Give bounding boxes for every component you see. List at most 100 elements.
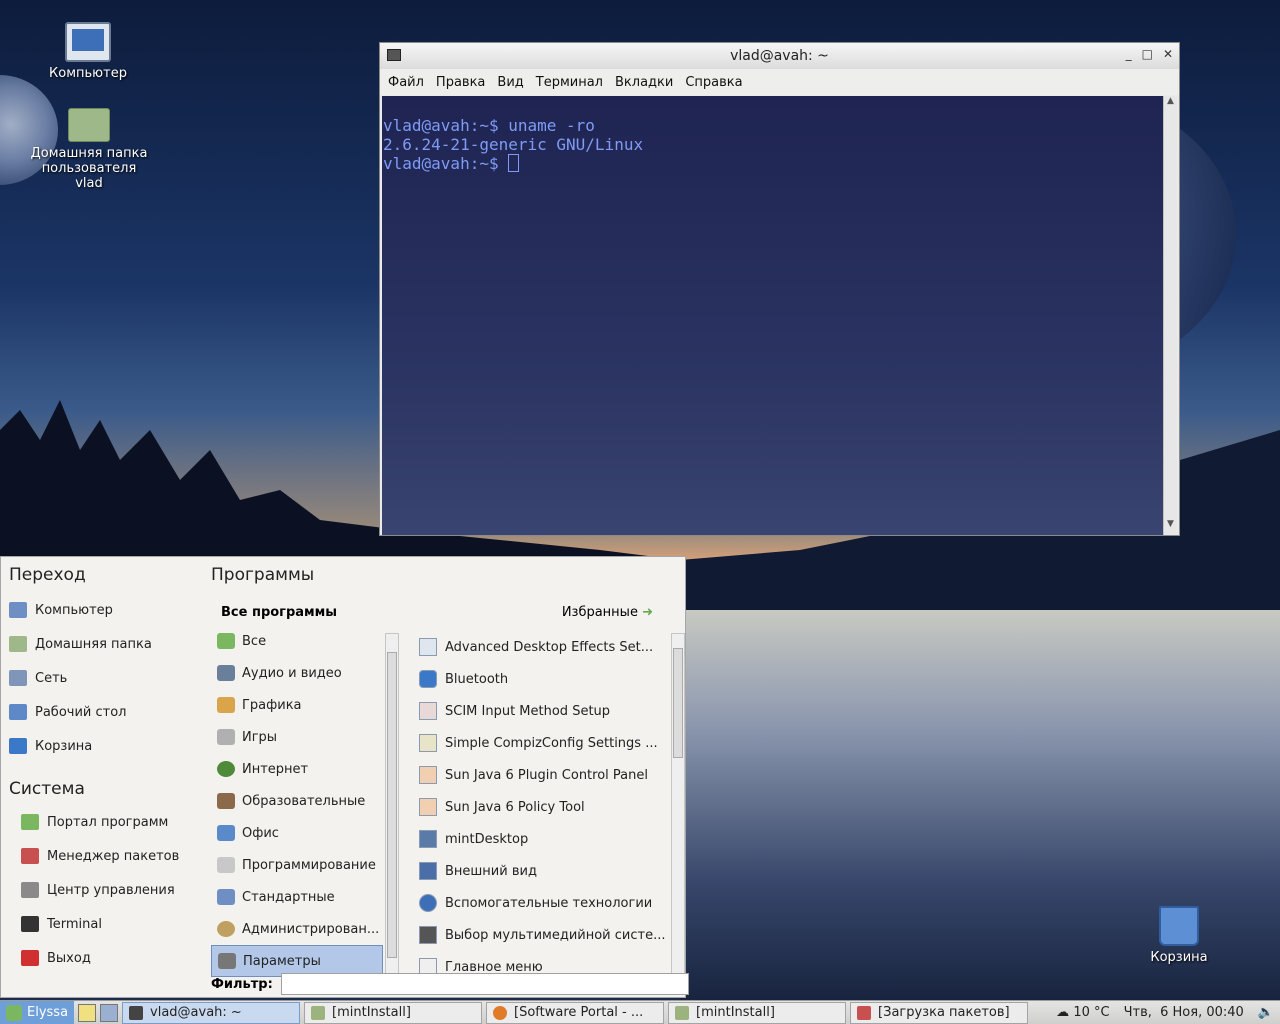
weather-label: 10 °C [1073, 1005, 1110, 1020]
network-icon [9, 670, 27, 686]
control-center-icon [21, 882, 39, 898]
volume-icon[interactable]: 🔈 [1258, 1005, 1274, 1020]
app-item[interactable]: mintDesktop [419, 823, 673, 855]
show-desktop-icon[interactable] [100, 1003, 119, 1022]
package-manager-icon [21, 848, 39, 864]
category-item[interactable]: Офис [211, 817, 383, 849]
clock[interactable]: Чтв, 6 Ноя, 00:40 [1124, 1005, 1244, 1020]
app-item[interactable]: Sun Java 6 Policy Tool [419, 791, 673, 823]
notes-launcher-icon[interactable] [78, 1003, 97, 1022]
terminal-scrollbar[interactable]: ▲ ▼ [1163, 96, 1177, 535]
taskbar-item[interactable]: [Загрузка пакетов] [850, 1001, 1029, 1024]
scrollbar-track[interactable] [1164, 110, 1177, 519]
terminal-output[interactable]: vlad@avah:~$ uname -ro 2.6.24-21-generic… [382, 96, 1163, 535]
audio-video-icon [217, 665, 235, 681]
bluetooth-icon [419, 670, 437, 688]
app-item[interactable]: Sun Java 6 Plugin Control Panel [419, 759, 673, 791]
category-label: Стандартные [242, 889, 335, 905]
app-item[interactable]: SCIM Input Method Setup [419, 695, 673, 727]
scroll-down-icon[interactable]: ▼ [1164, 519, 1177, 533]
internet-globe-icon [217, 761, 235, 777]
taskbar-item[interactable]: [mintInstall] [668, 1001, 847, 1024]
keyboard-icon [419, 702, 437, 720]
system-item-software-portal[interactable]: Портал программ [9, 805, 199, 839]
app-item[interactable]: Вспомогательные технологии [419, 887, 673, 919]
apps-scrollbar[interactable] [671, 633, 685, 977]
maximize-button[interactable]: □ [1142, 47, 1153, 61]
scrollbar-thumb[interactable] [387, 652, 397, 958]
places-item-trash[interactable]: Корзина [9, 729, 199, 763]
taskbar-item[interactable]: [Software Portal - ... [486, 1001, 665, 1024]
app-label: Вспомогательные технологии [445, 895, 653, 911]
menu-help[interactable]: Справка [685, 75, 742, 90]
multimedia-system-icon [419, 926, 437, 944]
menu-terminal[interactable]: Терминал [536, 75, 603, 90]
desktop-icon-label: Домашняя папка пользователя vlad [30, 146, 148, 191]
programming-icon [217, 857, 235, 873]
desktop-icon-home-folder[interactable]: Домашняя папка пользователя vlad [28, 108, 150, 191]
cloud-icon: ☁ [1056, 1005, 1070, 1020]
category-label: Офис [242, 825, 279, 841]
close-button[interactable]: ✕ [1163, 47, 1173, 61]
office-icon [217, 825, 235, 841]
places-column: Переход Компьютер Домашняя папка Сеть Ра… [9, 565, 199, 975]
desktop-icon-label: Компьютер [49, 66, 127, 81]
places-item-network[interactable]: Сеть [9, 661, 199, 695]
app-item[interactable]: Advanced Desktop Effects Set... [419, 631, 673, 663]
logout-icon [21, 950, 39, 966]
package-download-icon [857, 1005, 872, 1020]
taskbar-label: [Загрузка пакетов] [878, 1005, 1010, 1020]
places-item-label: Домашняя папка [35, 636, 152, 652]
places-item-label: Корзина [35, 738, 93, 754]
places-item-home[interactable]: Домашняя папка [9, 627, 199, 661]
system-item-package-manager[interactable]: Менеджер пакетов [9, 839, 199, 873]
start-menu-button[interactable]: Elyssa [0, 1000, 75, 1024]
menu-tabs[interactable]: Вкладки [615, 75, 673, 90]
taskbar-item[interactable]: vlad@avah: ~ [122, 1001, 301, 1024]
category-item[interactable]: Стандартные [211, 881, 383, 913]
terminal-window[interactable]: vlad@avah: ~ _ □ ✕ Файл Правка Вид Терми… [379, 42, 1180, 536]
app-item[interactable]: Выбор мультимедийной систе... [419, 919, 673, 951]
desktop-icon-trash[interactable]: Корзина [1130, 906, 1228, 965]
terminal-icon[interactable] [387, 49, 401, 61]
weather-applet[interactable]: ☁ 10 °C [1056, 1005, 1109, 1020]
scroll-up-icon[interactable]: ▲ [1164, 96, 1177, 110]
category-item[interactable]: Интернет [211, 753, 383, 785]
system-title: Система [9, 779, 85, 799]
app-item[interactable]: Внешний вид [419, 855, 673, 887]
home-folder-icon [68, 108, 110, 142]
arrow-right-icon: ➜ [642, 605, 653, 620]
category-item[interactable]: Игры [211, 721, 383, 753]
trash-icon [9, 738, 27, 754]
favorites-button[interactable]: Избранные ➜ [562, 605, 653, 620]
category-item[interactable]: Администрирован... [211, 913, 383, 945]
system-item-terminal[interactable]: Terminal [9, 907, 199, 941]
desktop-icon [9, 704, 27, 720]
category-item[interactable]: Все [211, 625, 383, 657]
system-item-logout[interactable]: Выход [9, 941, 199, 975]
category-scrollbar[interactable] [385, 633, 399, 977]
application-list: Advanced Desktop Effects Set... Bluetoot… [419, 631, 673, 983]
category-label: Все [242, 633, 267, 649]
category-item[interactable]: Аудио и видео [211, 657, 383, 689]
app-item[interactable]: Simple CompizConfig Settings ... [419, 727, 673, 759]
system-item-label: Выход [47, 950, 91, 966]
filter-input[interactable] [280, 973, 689, 995]
menu-view[interactable]: Вид [497, 75, 523, 90]
graphics-icon [217, 697, 235, 713]
category-item[interactable]: Графика [211, 689, 383, 721]
system-item-control-center[interactable]: Центр управления [9, 873, 199, 907]
category-item[interactable]: Образовательные [211, 785, 383, 817]
places-item-computer[interactable]: Компьютер [9, 593, 199, 627]
category-item[interactable]: Программирование [211, 849, 383, 881]
taskbar-item[interactable]: [mintInstall] [304, 1001, 483, 1024]
window-titlebar[interactable]: vlad@avah: ~ _ □ ✕ [380, 43, 1179, 69]
places-item-desktop[interactable]: Рабочий стол [9, 695, 199, 729]
desktop-icon-computer[interactable]: Компьютер [40, 22, 136, 81]
menu-edit[interactable]: Правка [436, 75, 485, 90]
scrollbar-thumb[interactable] [673, 648, 683, 758]
app-item[interactable]: Bluetooth [419, 663, 673, 695]
mint-icon [21, 814, 39, 830]
menu-file[interactable]: Файл [388, 75, 424, 90]
minimize-button[interactable]: _ [1126, 47, 1132, 61]
